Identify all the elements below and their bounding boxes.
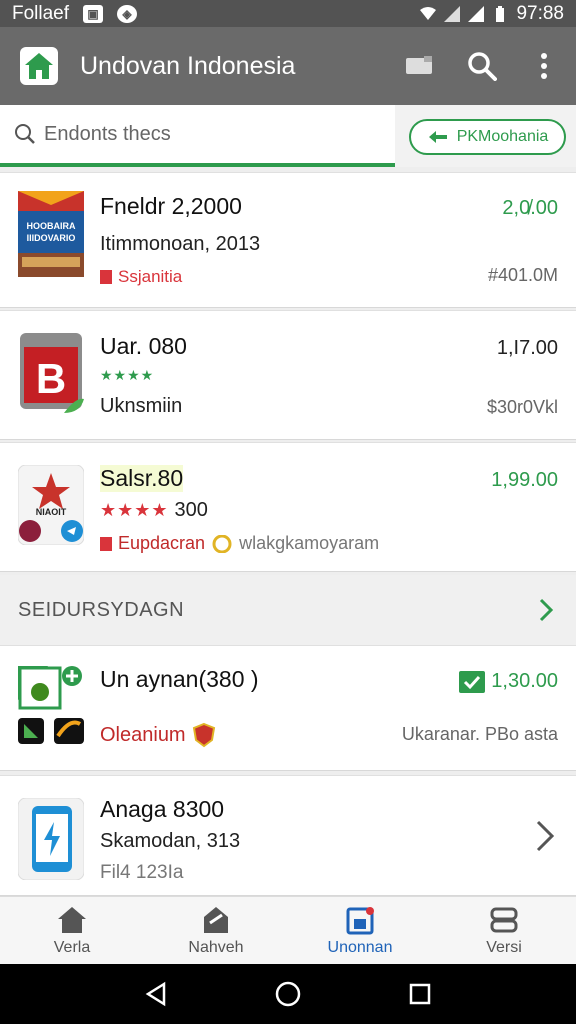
list-item[interactable]: HOOBAIRA IIIDOVARIO Fneldr 2,2000 Itimmo… — [0, 172, 576, 308]
system-navigation-bar — [0, 964, 576, 1024]
item-meta: Ukaranar. PBo asta — [401, 724, 558, 744]
shield-notification-icon: ◈ — [117, 4, 138, 23]
home-circle-icon[interactable] — [274, 980, 302, 1008]
search-row: PKMoohania — [0, 105, 576, 167]
search-box[interactable] — [0, 105, 395, 167]
gallery-notification-icon: ▣ — [83, 4, 104, 23]
signal-icon — [444, 5, 461, 22]
item-thumbnail: NIAOIT — [17, 464, 85, 546]
item-price: 1,I7.00 — [496, 337, 558, 359]
item-price: 1,30.00 — [491, 670, 558, 692]
check-icon — [459, 670, 486, 693]
item-tag-label: Oleanium — [100, 723, 186, 746]
app-bar: Undovan Indonesia — [0, 27, 576, 105]
filter-button[interactable]: PKMoohania — [409, 119, 566, 155]
item-size: #401.0M — [487, 265, 558, 285]
item-title: Salsr.80 — [100, 465, 184, 492]
item-tag: Eupdacran wlakgkamoyaram — [100, 533, 379, 554]
item-thumbnail: B — [18, 331, 84, 415]
item-rating-stars: ★★★★ — [100, 500, 169, 520]
home-icon — [58, 906, 86, 933]
crest-icon — [192, 722, 215, 748]
item-title: Anaga 8300 — [100, 796, 225, 822]
wifi-icon — [420, 6, 437, 20]
item-title: Uar. 080 — [100, 333, 187, 359]
cast-button[interactable] — [404, 50, 436, 82]
item-meta: Fil4 123Ia — [100, 862, 184, 883]
overflow-menu-button[interactable] — [528, 50, 560, 82]
svg-text:HOOBAIRA: HOOBAIRA — [27, 221, 76, 231]
calendar-icon — [346, 906, 374, 934]
section-title: SEIDURSYDAGN — [18, 598, 185, 621]
list-item[interactable]: Un aynan(380 ) Oleanium 1,30.00 Ukaranar… — [0, 645, 576, 771]
item-thumbnail — [18, 666, 84, 746]
settings-icon — [490, 907, 518, 932]
item-tag-label: Ssjanitia — [118, 267, 183, 286]
search-button[interactable] — [466, 50, 498, 82]
more-vert-icon — [541, 53, 547, 79]
search-field-icon — [15, 124, 35, 144]
item-tag-secondary: wlakgkamoyaram — [239, 533, 380, 553]
item-thumbnail: HOOBAIRA IIIDOVARIO — [18, 191, 84, 277]
nav-label: Unonnan — [327, 938, 393, 956]
nav-label: Nahveh — [188, 938, 244, 956]
item-price-row: 1,30.00 — [459, 670, 558, 693]
svg-text:IIIDOVARIO: IIIDOVARIO — [27, 233, 76, 243]
home-logo-icon[interactable] — [20, 47, 58, 85]
nav-item-calendar[interactable]: Unonnan — [288, 897, 432, 964]
item-rating-stars: ★★★★ — [100, 367, 155, 383]
item-subtitle: Skamodan, 313 — [100, 830, 241, 852]
item-title: Fneldr 2,2000 — [100, 193, 242, 219]
item-rating: ★★★★ 300 — [100, 499, 208, 522]
item-thumbnail — [17, 797, 85, 881]
cast-icon — [406, 56, 432, 74]
search-input[interactable] — [44, 122, 384, 146]
item-rating-count: 300 — [174, 499, 208, 521]
nav-item-settings[interactable]: Versi — [432, 897, 576, 964]
nav-item-store[interactable]: Nahveh — [144, 897, 288, 964]
tag-marker-icon — [100, 270, 112, 284]
back-icon[interactable] — [142, 980, 170, 1008]
store-icon — [204, 906, 228, 933]
list-item[interactable]: Anaga 8300 Skamodan, 313 Fil4 123Ia — [0, 775, 576, 896]
badge-icon — [212, 534, 232, 553]
item-size: $30r0Vkl — [486, 397, 558, 417]
item-price: 1,99.00 — [491, 469, 558, 491]
swap-arrows-icon — [428, 131, 447, 143]
list-item[interactable]: NIAOIT Salsr.80 ★★★★ 300 Eupdacran wlakg… — [0, 442, 576, 572]
section-header[interactable]: SEIDURSYDAGN — [0, 575, 576, 645]
chevron-right-icon[interactable] — [534, 598, 558, 622]
recents-icon[interactable] — [406, 980, 434, 1008]
tag-marker-icon — [100, 536, 112, 551]
status-bar: Follaef ▣ ◈ 97:88 — [0, 0, 576, 27]
item-tag: Ssjanitia — [100, 267, 182, 287]
item-title: Un aynan(380 ) — [100, 666, 259, 692]
item-price: 2,0̸.00 — [502, 197, 558, 219]
signal-icon-2 — [468, 5, 485, 22]
bottom-navigation: Verla Nahveh Unonnan Versi — [0, 896, 576, 964]
nav-item-home[interactable]: Verla — [0, 897, 144, 964]
carrier-text: Follaef — [12, 2, 70, 24]
search-icon — [468, 52, 497, 81]
svg-text:NIAOIT: NIAOIT — [36, 507, 67, 517]
nav-label: Verla — [53, 938, 91, 956]
battery-icon — [496, 5, 505, 22]
nav-label: Versi — [486, 938, 522, 956]
item-subtitle: Uknsmiin — [100, 395, 183, 417]
chevron-right-icon[interactable] — [534, 820, 556, 852]
item-tag-label: Eupdacran — [118, 533, 206, 553]
svg-text:B: B — [36, 355, 66, 402]
clock: 97:88 — [516, 2, 564, 24]
filter-label: PKMoohania — [456, 128, 549, 145]
item-subtitle: Itimmonoan, 2013 — [100, 233, 261, 255]
list-item[interactable]: B Uar. 080 ★★★★ Uknsmiin 1,I7.00 $30r0Vk… — [0, 310, 576, 440]
item-tag: Oleanium — [100, 722, 216, 748]
app-title: Undovan Indonesia — [80, 51, 296, 80]
